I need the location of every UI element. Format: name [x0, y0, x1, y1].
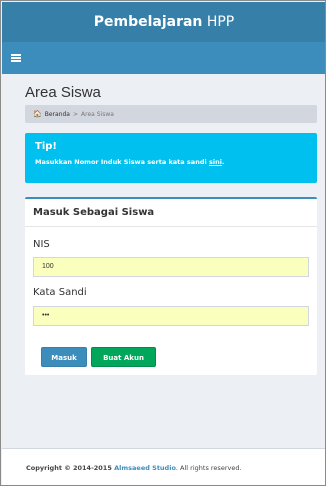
footer-rights: . All rights reserved. [175, 464, 242, 472]
tip-callout: Tip! Masukkan Nomor Induk Siswa serta ka… [25, 133, 317, 183]
login-box: Masuk Sebagai Siswa NIS 100 Kata Sandi •… [25, 197, 317, 375]
breadcrumb-separator: > [72, 111, 78, 118]
create-account-button[interactable]: Buat Akun [91, 347, 156, 367]
tip-title: Tip! [35, 141, 57, 152]
login-box-title: Masuk Sebagai Siswa [25, 199, 317, 227]
password-label: Kata Sandi [33, 287, 87, 298]
app-title-bold: Pembelajaran [93, 14, 203, 30]
tip-message: Masukkan Nomor Induk Siswa serta kata sa… [35, 158, 209, 166]
breadcrumb: 🏠 Beranda > Area Siswa [25, 105, 317, 123]
breadcrumb-current: Area Siswa [81, 111, 114, 118]
app-title-light: HPP [202, 14, 235, 30]
nis-input[interactable]: 100 [33, 257, 309, 277]
screen-frame: Pembelajaran HPP Area Siswa 🏠 Beranda > Are… [0, 0, 326, 486]
login-button[interactable]: Masuk [41, 347, 87, 367]
page-title: Area Siswa [25, 84, 101, 101]
tip-text: Masukkan Nomor Induk Siswa serta kata sa… [35, 158, 307, 166]
footer: Copyright © 2014-2015 Almsaeed Studio. A… [2, 448, 325, 485]
tip-link[interactable]: sini [209, 158, 222, 166]
footer-studio-link[interactable]: Almsaeed Studio [114, 464, 176, 472]
app-logo-bar[interactable]: Pembelajaran HPP [2, 2, 325, 42]
home-icon: 🏠 [33, 110, 42, 118]
password-input[interactable]: ••• [33, 306, 309, 326]
top-navbar [2, 42, 325, 74]
footer-copyright: Copyright © 2014-2015 [26, 464, 115, 472]
hamburger-icon[interactable] [11, 54, 21, 62]
breadcrumb-home[interactable]: Beranda [45, 111, 70, 118]
tip-end: . [221, 158, 225, 166]
nis-label: NIS [33, 239, 50, 250]
